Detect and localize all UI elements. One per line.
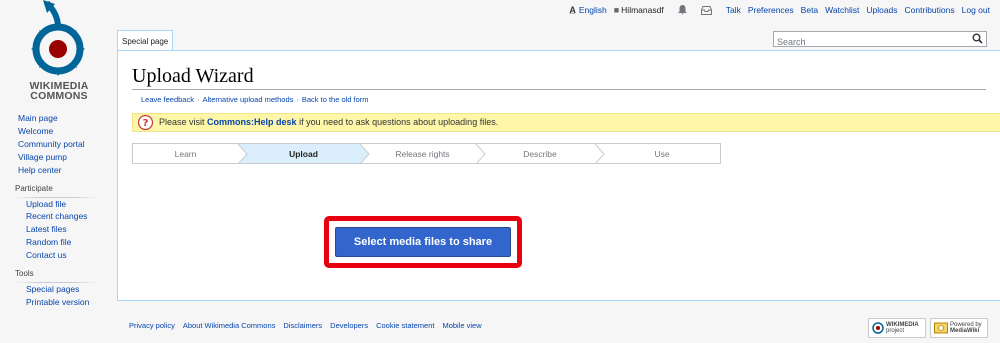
contributions-link[interactable]: Contributions bbox=[905, 5, 955, 15]
sidebar-item-latest-files[interactable]: Latest files bbox=[0, 223, 117, 236]
notifications-button[interactable] bbox=[677, 5, 687, 15]
step-upload: Upload bbox=[289, 149, 318, 159]
sidebar-item-help-center[interactable]: Help center bbox=[0, 164, 117, 177]
old-form-link[interactable]: Back to the old form bbox=[302, 95, 369, 104]
watchlist-link[interactable]: Watchlist bbox=[825, 5, 859, 15]
username: Hilmanasdf bbox=[621, 5, 664, 15]
footer-about[interactable]: About Wikimedia Commons bbox=[183, 321, 276, 330]
footer-privacy-policy[interactable]: Privacy policy bbox=[129, 321, 175, 330]
wikimedia-icon bbox=[872, 322, 884, 334]
uploads-link[interactable]: Uploads bbox=[866, 5, 897, 15]
mediawiki-icon bbox=[934, 322, 948, 334]
messages-button[interactable] bbox=[700, 5, 712, 15]
sidebar: Main page Welcome Community portal Villa… bbox=[0, 112, 117, 309]
highlight-frame: Select media files to share bbox=[324, 216, 522, 268]
wikimedia-project-badge[interactable]: WIKIMEDIA project bbox=[868, 318, 926, 338]
sidebar-item-welcome[interactable]: Welcome bbox=[0, 125, 117, 138]
inbox-icon bbox=[700, 5, 712, 15]
tab-special-page[interactable]: Special page bbox=[117, 30, 174, 51]
separator-dot: · bbox=[296, 95, 299, 104]
logout-link[interactable]: Log out bbox=[962, 5, 990, 15]
upload-sublinks: Leave feedback · Alternative upload meth… bbox=[141, 95, 369, 104]
powered-by-mediawiki-badge[interactable]: Powered by MediaWiki bbox=[930, 318, 988, 338]
step-release-rights: Release rights bbox=[395, 149, 450, 159]
sidebar-heading-tools[interactable]: Tools bbox=[0, 268, 117, 280]
footer-cookie-statement[interactable]: Cookie statement bbox=[376, 321, 434, 330]
wizard-steps: Learn Upload Release rights Describe Use bbox=[132, 143, 721, 164]
logo-wordmark: WIKIMEDIA COMMONS bbox=[14, 81, 104, 102]
footer-mobile-view[interactable]: Mobile view bbox=[442, 321, 481, 330]
content-area: Upload Wizard Leave feedback · Alternati… bbox=[117, 50, 1000, 301]
sidebar-item-contact-us[interactable]: Contact us bbox=[0, 249, 117, 262]
sidebar-item-village-pump[interactable]: Village pump bbox=[0, 151, 117, 164]
search-box bbox=[773, 31, 987, 49]
badge-mediawiki-line2: MediaWiki bbox=[950, 328, 980, 334]
separator-dot: · bbox=[196, 95, 200, 104]
page-title: Upload Wizard bbox=[132, 65, 254, 87]
sidebar-tools: Special pages Printable version bbox=[0, 283, 117, 309]
notice-text-after: if you need to ask questions about uploa… bbox=[296, 117, 499, 127]
sidebar-participate: Upload file Recent changes Latest files … bbox=[0, 198, 117, 263]
footer-disclaimers[interactable]: Disclaimers bbox=[283, 321, 322, 330]
beta-link[interactable]: Beta bbox=[801, 5, 819, 15]
search-input[interactable] bbox=[774, 35, 967, 49]
sidebar-item-random-file[interactable]: Random file bbox=[0, 236, 117, 249]
preferences-link[interactable]: Preferences bbox=[748, 5, 794, 15]
sidebar-navigation: Main page Welcome Community portal Villa… bbox=[0, 112, 117, 177]
commons-logo-icon bbox=[31, 0, 85, 76]
step-use: Use bbox=[654, 149, 670, 159]
search-icon[interactable] bbox=[972, 33, 983, 44]
language-selector[interactable]: A̲ English bbox=[569, 5, 606, 15]
leave-feedback-link[interactable]: Leave feedback bbox=[141, 95, 194, 104]
bell-icon bbox=[677, 5, 687, 15]
step-describe: Describe bbox=[523, 149, 557, 159]
footer-developers[interactable]: Developers bbox=[330, 321, 368, 330]
personal-tools: A̲ English ■ Hilmanasdf Talk Preferences… bbox=[562, 5, 990, 15]
user-icon: ■ bbox=[613, 5, 620, 15]
sidebar-item-recent-changes[interactable]: Recent changes bbox=[0, 210, 117, 223]
sidebar-heading-participate[interactable]: Participate bbox=[0, 183, 117, 195]
sidebar-item-main-page[interactable]: Main page bbox=[0, 112, 117, 125]
alternative-upload-link[interactable]: Alternative upload methods bbox=[202, 95, 293, 104]
title-divider bbox=[132, 89, 986, 90]
talk-link[interactable]: Talk bbox=[726, 5, 741, 15]
language-icon: A̲ bbox=[569, 5, 576, 15]
user-page-link[interactable]: ■ Hilmanasdf bbox=[614, 5, 664, 15]
language-label: English bbox=[578, 5, 607, 15]
sidebar-item-special-pages[interactable]: Special pages bbox=[0, 283, 117, 296]
help-desk-link[interactable]: Commons:Help desk bbox=[207, 117, 297, 127]
help-notice: ? Please visit Commons:Help desk if you … bbox=[132, 113, 1000, 132]
svg-text:?: ? bbox=[143, 118, 149, 129]
step-learn: Learn bbox=[174, 149, 197, 159]
notice-text-before: Please visit bbox=[159, 117, 208, 127]
sidebar-item-upload-file[interactable]: Upload file bbox=[0, 198, 117, 211]
badge-wikimedia-line2: project bbox=[886, 328, 905, 334]
footer-links: Privacy policy About Wikimedia Commons D… bbox=[129, 321, 482, 330]
sidebar-item-printable-version[interactable]: Printable version bbox=[0, 296, 117, 309]
select-media-files-button[interactable]: Select media files to share bbox=[335, 227, 511, 257]
logo-line-2: COMMONS bbox=[30, 90, 88, 102]
help-warning-icon: ? bbox=[138, 115, 153, 130]
sidebar-item-community-portal[interactable]: Community portal bbox=[0, 138, 117, 151]
